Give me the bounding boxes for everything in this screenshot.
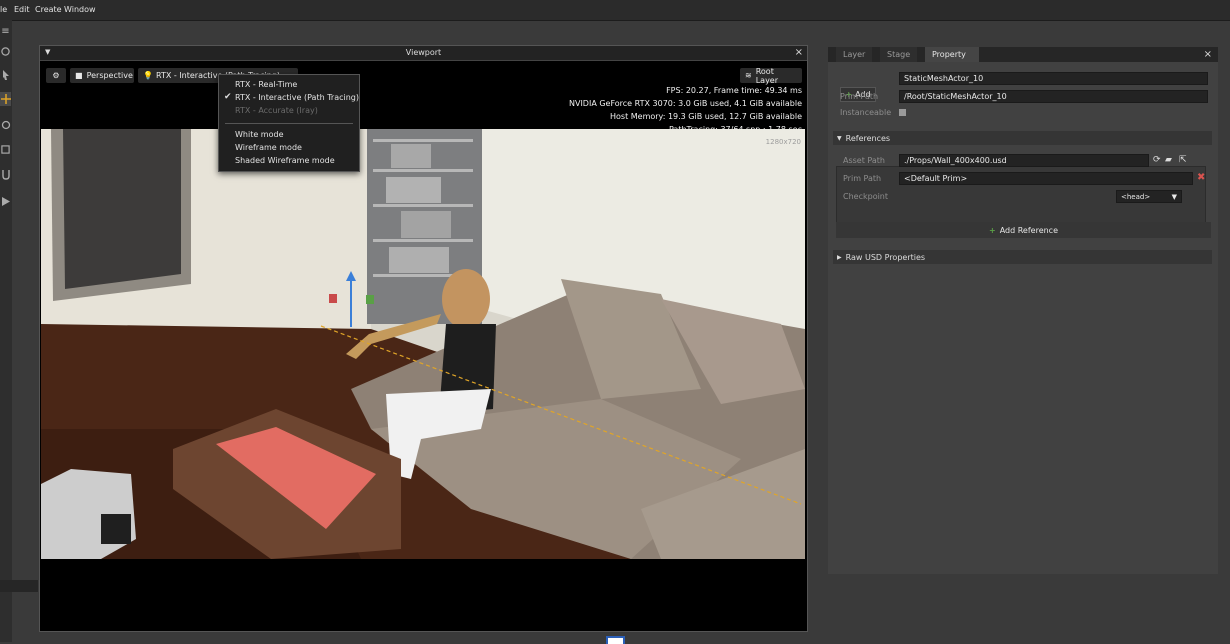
expand-arrow-icon: ▶ <box>837 253 842 261</box>
layers-icon: ≋ <box>745 71 752 80</box>
raw-usd-section-header[interactable]: ▶ Raw USD Properties <box>833 250 1212 264</box>
pathtracing-stat: PathTracing: 37/64 spp : 1.78 sec <box>669 125 802 129</box>
collapse-arrow-icon: ▼ <box>837 134 842 142</box>
remove-reference-icon[interactable]: ✖ <box>1197 172 1205 183</box>
tab-property[interactable]: Property <box>925 47 979 62</box>
pointer-icon[interactable] <box>0 68 11 82</box>
left-toolbar: ≡ <box>0 20 12 642</box>
select-icon[interactable] <box>0 44 11 58</box>
references-section-header[interactable]: ▼ References <box>833 131 1212 145</box>
viewport-window: ▼ Viewport × 1280x720 ⚙ ■ Perspective 💡 … <box>39 45 808 632</box>
close-icon[interactable]: × <box>1204 49 1212 60</box>
asset-path-label: Asset Path <box>843 156 885 165</box>
play-icon[interactable] <box>0 194 11 208</box>
menu-item-white-mode[interactable]: White mode <box>235 130 284 139</box>
root-layer-button[interactable]: ≋ Root Layer <box>740 66 802 85</box>
viewport-settings-button[interactable]: ⚙ <box>46 68 66 83</box>
status-strip <box>0 580 38 592</box>
menu-item-rtx-accurate: RTX - Accurate (Iray) <box>235 106 318 115</box>
menu-item-wireframe-mode[interactable]: Wireframe mode <box>235 143 302 152</box>
snap-icon[interactable] <box>0 168 11 182</box>
camera-button[interactable]: ■ Perspective <box>70 68 134 83</box>
root-layer-label: Root Layer <box>755 66 779 85</box>
prim-name-field[interactable]: StaticMeshActor_10 <box>899 72 1208 85</box>
menu-separator <box>225 123 353 124</box>
menu-bar: le Edit Create Window <box>0 0 1230 21</box>
prim-path-field[interactable]: /Root/StaticMeshActor_10 <box>899 90 1208 103</box>
checkpoint-label: Checkpoint <box>843 192 889 201</box>
render-mode-menu: ✔ RTX - Real-Time RTX - Interactive (Pat… <box>218 74 360 172</box>
property-window: Layer Stage Property × + Add StaticMeshA… <box>828 47 1218 574</box>
add-reference-label: Add Reference <box>999 225 1059 235</box>
gear-icon: ⚙ <box>52 71 60 80</box>
scale-icon[interactable] <box>0 142 11 156</box>
instanceable-label: Instanceable <box>840 108 892 117</box>
resolution-label: 1280x720 <box>765 138 801 146</box>
fps-stat: FPS: 20.27, Frame time: 49.34 ms <box>666 86 802 95</box>
folder-icon[interactable]: ▰ <box>1165 155 1172 165</box>
taskbar-window-icon[interactable] <box>606 636 625 644</box>
property-panel: + Add StaticMeshActor_10 Prim Path /Root… <box>828 62 1218 574</box>
menu-create[interactable]: Create <box>35 5 62 14</box>
viewport-title-bar: ▼ Viewport × <box>40 46 807 61</box>
tab-stage[interactable]: Stage <box>880 47 918 62</box>
reference-prim-path-label: Prim Path <box>843 174 882 183</box>
camera-icon: ■ <box>75 71 83 80</box>
menu-window[interactable]: Window <box>64 5 96 14</box>
reload-icon[interactable]: ⟳ <box>1153 155 1161 165</box>
scene-image <box>41 129 805 559</box>
menu-file[interactable]: le <box>0 5 7 14</box>
instanceable-checkbox[interactable] <box>899 109 906 116</box>
raw-usd-title: Raw USD Properties <box>845 252 926 262</box>
viewport-title: Viewport <box>405 48 442 57</box>
rotate-icon[interactable] <box>0 118 11 132</box>
camera-label: Perspective <box>86 71 133 80</box>
checkpoint-select[interactable]: <head> ▼ <box>1116 190 1182 203</box>
menu-item-rtx-interactive[interactable]: RTX - Interactive (Path Tracing) <box>235 93 359 102</box>
menu-edit[interactable]: Edit <box>14 5 30 14</box>
bulb-icon: 💡 <box>143 71 153 80</box>
viewport-render[interactable] <box>41 129 805 559</box>
reference-prim-path-field[interactable]: <Default Prim> <box>899 172 1193 185</box>
asset-path-field[interactable]: ./Props/Wall_400x400.usd <box>899 154 1149 167</box>
plus-icon: + <box>988 225 996 235</box>
checkpoint-value: <head> <box>1121 192 1151 201</box>
move-icon[interactable] <box>0 92 11 106</box>
check-icon: ✔ <box>224 92 232 102</box>
references-title: References <box>845 133 891 143</box>
chevron-down-icon: ▼ <box>1171 192 1177 201</box>
panel-tab-bar: Layer Stage Property × <box>828 47 1218 62</box>
prim-path-label: Prim Path <box>840 92 879 101</box>
menu-item-shaded-wireframe-mode[interactable]: Shaded Wireframe mode <box>235 156 335 165</box>
menu-item-rtx-realtime[interactable]: RTX - Real-Time <box>235 80 297 89</box>
menu-icon[interactable]: ≡ <box>0 24 11 38</box>
gpu-stat: NVIDIA GeForce RTX 3070: 3.0 GiB used, 4… <box>568 99 802 108</box>
host-memory-stat: Host Memory: 19.3 GiB used, 12.7 GiB ava… <box>610 112 802 121</box>
close-icon[interactable]: × <box>795 47 803 58</box>
add-reference-button[interactable]: + Add Reference <box>836 222 1211 238</box>
tab-layer[interactable]: Layer <box>836 47 873 62</box>
open-external-icon[interactable]: ⇱ <box>1179 155 1187 165</box>
